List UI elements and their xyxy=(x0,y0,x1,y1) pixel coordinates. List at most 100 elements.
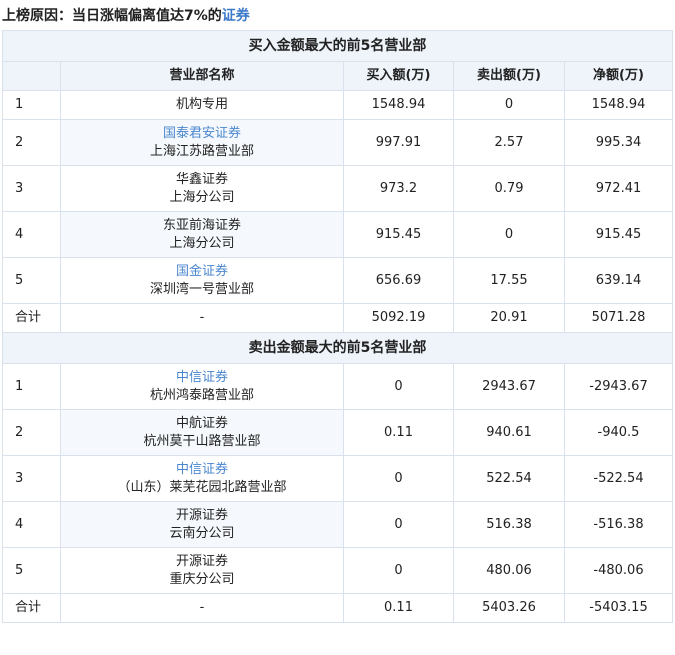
broker-name: 华鑫证券 xyxy=(175,171,228,187)
rank-cell: 5 xyxy=(2,257,61,304)
broker-name-cell: 机构专用 xyxy=(60,90,344,120)
broker-link[interactable]: 国金证券 xyxy=(61,263,343,281)
net-amount-cell: -480.06 xyxy=(564,547,673,594)
sell-amount-cell: 516.38 xyxy=(453,501,565,548)
buy-amount-cell: 997.91 xyxy=(343,119,454,166)
total-sell: 20.91 xyxy=(453,303,565,333)
sell-amount-cell: 17.55 xyxy=(453,257,565,304)
branch-name: 上海分公司 xyxy=(169,235,235,251)
broker-link[interactable]: 国泰君安证券 xyxy=(61,125,343,143)
net-amount-cell: 915.45 xyxy=(564,211,673,258)
broker-name: 机构专用 xyxy=(175,97,228,112)
sell-amount-cell: 940.61 xyxy=(453,409,565,456)
buy-total-row: 合计 -5092.19 20.91 5071.28 xyxy=(2,303,673,333)
net-amount-cell: -940.5 xyxy=(564,409,673,456)
branch-name: 上海江苏路营业部 xyxy=(149,143,254,159)
total-sell: 5403.26 xyxy=(453,593,565,623)
rank-cell: 4 xyxy=(2,501,61,548)
rank-cell: 3 xyxy=(2,165,61,212)
rank-cell: 2 xyxy=(2,409,61,456)
total-name: - xyxy=(60,593,344,623)
table-row: 1 中信证券 杭州鸿泰路营业部 0 2943.67 -2943.67 xyxy=(2,363,673,410)
column-header-row: 营业部名称 买入额(万) 卖出额(万) 净额(万) xyxy=(2,61,673,91)
sell-total-row: 合计 -0.11 5403.26 -5403.15 xyxy=(2,593,673,623)
broker-name-cell: 开源证券 重庆分公司 xyxy=(60,547,344,594)
reason-label: 上榜原因： xyxy=(2,8,72,24)
reason-text: 当日涨幅偏离值达7%的 xyxy=(72,8,222,24)
table-row: 4 开源证券 云南分公司 0 516.38 -516.38 xyxy=(2,501,673,548)
sell-amount-cell: 480.06 xyxy=(453,547,565,594)
rank-cell: 1 xyxy=(2,363,61,410)
sell-section-title-row: 卖出金额最大的前5名营业部 xyxy=(2,332,673,364)
total-label: 合计 xyxy=(2,303,61,333)
table-row: 2 国泰君安证券 上海江苏路营业部 997.91 2.57 995.34 xyxy=(2,119,673,166)
net-amount-cell: 639.14 xyxy=(564,257,673,304)
broker-name-cell: 东亚前海证券 上海分公司 xyxy=(60,211,344,258)
broker-name: 开源证券 xyxy=(175,507,228,523)
sell-section-title: 卖出金额最大的前5名营业部 xyxy=(2,332,673,364)
sell-amount-cell: 2943.67 xyxy=(453,363,565,410)
table-row: 2 中航证券 杭州莫干山路营业部 0.11 940.61 -940.5 xyxy=(2,409,673,456)
branch-name: 上海分公司 xyxy=(169,189,235,205)
header-col-2: 卖出额(万) xyxy=(453,61,565,91)
broker-name-cell: 中信证券 （山东）莱芜花园北路营业部 xyxy=(60,455,344,502)
branch-name: 深圳湾一号营业部 xyxy=(149,281,254,297)
table-row: 5 开源证券 重庆分公司 0 480.06 -480.06 xyxy=(2,547,673,594)
sell-amount-cell: 2.57 xyxy=(453,119,565,166)
net-amount-cell: -516.38 xyxy=(564,501,673,548)
net-amount-cell: -522.54 xyxy=(564,455,673,502)
buy-amount-cell: 973.2 xyxy=(343,165,454,212)
header-rank xyxy=(2,61,61,91)
broker-name: 东亚前海证券 xyxy=(162,217,241,233)
net-amount-cell: -2943.67 xyxy=(564,363,673,410)
broker-name-cell: 开源证券 云南分公司 xyxy=(60,501,344,548)
broker-link[interactable]: 中信证券 xyxy=(61,461,343,479)
broker-name: 中航证券 xyxy=(175,415,228,431)
broker-name-cell: 中信证券 杭州鸿泰路营业部 xyxy=(60,363,344,410)
buy-section-title: 买入金额最大的前5名营业部 xyxy=(2,30,673,62)
table-row: 3 华鑫证券 上海分公司 973.2 0.79 972.41 xyxy=(2,165,673,212)
header-col-1: 买入额(万) xyxy=(343,61,454,91)
total-net: -5403.15 xyxy=(564,593,673,623)
rank-cell: 1 xyxy=(2,90,61,120)
broker-link[interactable]: 中信证券 xyxy=(61,369,343,387)
broker-name-cell: 国金证券 深圳湾一号营业部 xyxy=(60,257,344,304)
broker-name-cell: 华鑫证券 上海分公司 xyxy=(60,165,344,212)
table-row: 5 国金证券 深圳湾一号营业部 656.69 17.55 639.14 xyxy=(2,257,673,304)
net-amount-cell: 1548.94 xyxy=(564,90,673,120)
sell-amount-cell: 522.54 xyxy=(453,455,565,502)
header-col-3: 净额(万) xyxy=(564,61,673,91)
list-reason: 上榜原因： 当日涨幅偏离值达7%的 证券 xyxy=(0,0,675,30)
buy-amount-cell: 915.45 xyxy=(343,211,454,258)
branch-name: 杭州鸿泰路营业部 xyxy=(149,387,254,403)
total-net: 5071.28 xyxy=(564,303,673,333)
broker-name-cell: 国泰君安证券 上海江苏路营业部 xyxy=(60,119,344,166)
sell-amount-cell: 0 xyxy=(453,90,565,120)
sell-amount-cell: 0.79 xyxy=(453,165,565,212)
securities-link[interactable]: 证券 xyxy=(222,5,250,25)
total-buy: 5092.19 xyxy=(343,303,454,333)
buy-section-title-row: 买入金额最大的前5名营业部 xyxy=(2,30,673,62)
branch-name: 杭州莫干山路营业部 xyxy=(143,433,261,449)
net-amount-cell: 995.34 xyxy=(564,119,673,166)
buy-amount-cell: 0.11 xyxy=(343,409,454,456)
total-label: 合计 xyxy=(2,593,61,623)
net-amount-cell: 972.41 xyxy=(564,165,673,212)
buy-amount-cell: 0 xyxy=(343,455,454,502)
buy-amount-cell: 0 xyxy=(343,501,454,548)
buy-amount-cell: 1548.94 xyxy=(343,90,454,120)
broker-name-cell: 中航证券杭州莫干山路营业部 xyxy=(60,409,344,456)
buy-amount-cell: 0 xyxy=(343,547,454,594)
broker-name: 开源证券 xyxy=(175,553,228,569)
branch-name: 云南分公司 xyxy=(169,525,235,541)
buy-amount-cell: 656.69 xyxy=(343,257,454,304)
total-buy: 0.11 xyxy=(343,593,454,623)
branch-name: 重庆分公司 xyxy=(169,571,235,587)
rank-cell: 4 xyxy=(2,211,61,258)
table-row: 4 东亚前海证券 上海分公司 915.45 0 915.45 xyxy=(2,211,673,258)
header-col-0: 营业部名称 xyxy=(60,61,344,91)
rank-cell: 3 xyxy=(2,455,61,502)
rank-cell: 2 xyxy=(2,119,61,166)
branch-name: （山东）莱芜花园北路营业部 xyxy=(117,479,287,495)
buy-amount-cell: 0 xyxy=(343,363,454,410)
